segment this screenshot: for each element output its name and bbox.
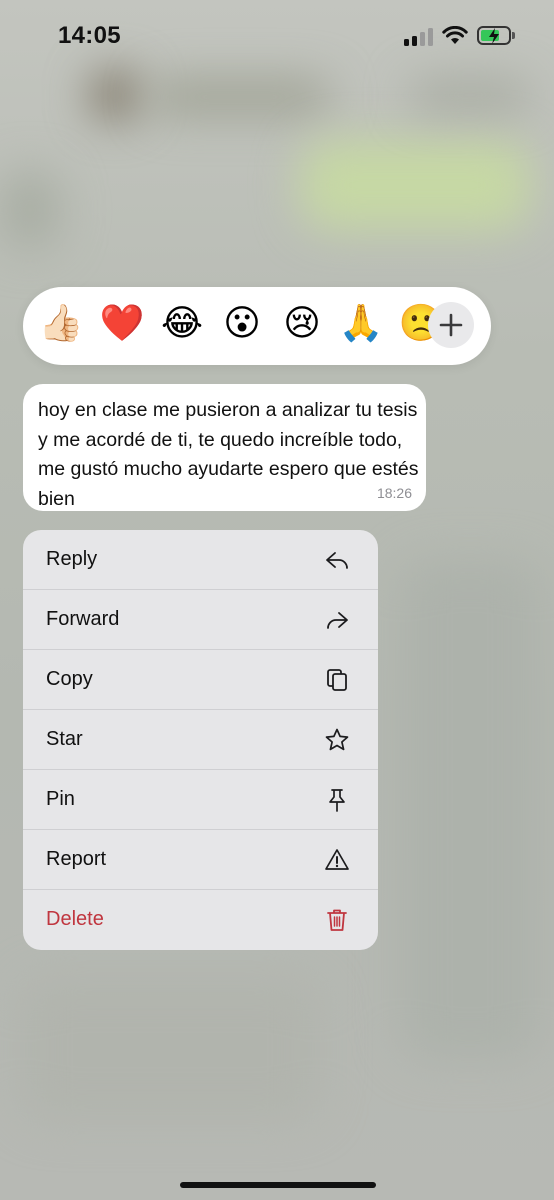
menu-item-label: Report bbox=[46, 848, 107, 870]
status-time: 14:05 bbox=[58, 22, 121, 49]
cellular-signal-icon bbox=[404, 28, 434, 46]
menu-item-forward[interactable]: Forward bbox=[23, 590, 378, 650]
menu-item-label: Pin bbox=[46, 788, 75, 810]
message-timestamp: 18:26 bbox=[376, 485, 412, 501]
battery-tip bbox=[512, 32, 515, 39]
reaction-red-heart[interactable]: ❤️ bbox=[98, 300, 146, 348]
menu-item-delete[interactable]: Delete bbox=[23, 890, 378, 950]
star-icon bbox=[325, 728, 349, 751]
trash-icon bbox=[327, 909, 347, 931]
reaction-thumbs-up[interactable]: 👍🏻 bbox=[37, 300, 85, 348]
menu-item-label: Delete bbox=[46, 908, 104, 930]
menu-item-copy[interactable]: Copy bbox=[23, 650, 378, 710]
menu-item-star[interactable]: Star bbox=[23, 710, 378, 770]
menu-item-label: Forward bbox=[46, 608, 120, 630]
plus-icon bbox=[439, 313, 463, 337]
menu-item-pin[interactable]: Pin bbox=[23, 770, 378, 830]
menu-item-label: Reply bbox=[46, 548, 98, 570]
reaction-folded-hands[interactable]: 🙏 bbox=[337, 300, 385, 348]
menu-item-label: Star bbox=[46, 728, 83, 750]
menu-item-report[interactable]: Report bbox=[23, 830, 378, 890]
message-context-menu: Reply Forward Copy Star Pin Report Delet… bbox=[23, 530, 378, 950]
message-bubble[interactable]: hoy en clase me pusieron a analizar tu t… bbox=[23, 384, 426, 511]
add-reaction-button[interactable] bbox=[428, 302, 474, 348]
wifi-icon bbox=[442, 26, 468, 44]
home-indicator[interactable] bbox=[180, 1182, 376, 1188]
menu-item-reply[interactable]: Reply bbox=[23, 530, 378, 590]
reaction-surprised[interactable]: 😮 bbox=[218, 300, 266, 348]
reply-icon bbox=[326, 552, 348, 569]
forward-icon bbox=[327, 612, 348, 629]
reaction-crying[interactable]: 😢 bbox=[278, 300, 326, 348]
message-text: hoy en clase me pusieron a analizar tu t… bbox=[38, 399, 419, 510]
pin-icon bbox=[329, 789, 345, 812]
battery-icon bbox=[477, 26, 511, 45]
menu-item-label: Copy bbox=[46, 668, 93, 690]
reaction-bar: 👍🏻 ❤️ 😂 😮 😢 🙏 🙁 bbox=[23, 287, 491, 365]
warning-icon bbox=[325, 849, 349, 870]
reaction-tears-of-joy[interactable]: 😂 bbox=[158, 300, 206, 348]
copy-icon bbox=[327, 669, 347, 691]
